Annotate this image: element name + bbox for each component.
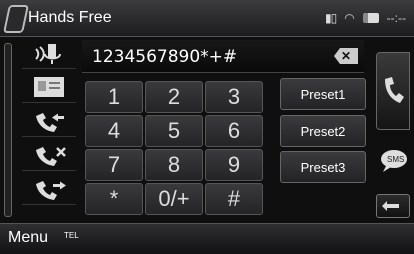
key-2[interactable]: 2 bbox=[145, 81, 203, 113]
page-title: Hands Free bbox=[28, 9, 112, 26]
back-button[interactable] bbox=[376, 194, 410, 218]
outgoing-calls-button[interactable] bbox=[22, 174, 76, 205]
incoming-call-icon bbox=[36, 113, 64, 132]
key-9[interactable]: 9 bbox=[205, 149, 263, 181]
key-hash[interactable]: # bbox=[205, 183, 263, 215]
voice-dial-icon bbox=[35, 44, 61, 64]
key-5[interactable]: 5 bbox=[145, 115, 203, 147]
call-button[interactable] bbox=[376, 52, 410, 130]
battery-icon bbox=[362, 13, 379, 23]
tel-label: TEL bbox=[64, 231, 79, 240]
key-8[interactable]: 8 bbox=[145, 149, 203, 181]
key-zero-plus[interactable]: 0/+ bbox=[145, 183, 203, 215]
sms-button[interactable]: SMS bbox=[378, 144, 410, 178]
phonebook-button[interactable] bbox=[22, 72, 76, 103]
number-display: 1234567890*+# ✕ bbox=[82, 40, 364, 73]
preset-3-button[interactable]: Preset3 bbox=[280, 151, 366, 183]
time-display: --:-- bbox=[386, 11, 406, 25]
key-4[interactable]: 4 bbox=[85, 115, 143, 147]
preset-2-button[interactable]: Preset2 bbox=[280, 115, 366, 147]
key-star[interactable]: * bbox=[85, 183, 143, 215]
status-area: ▮▯ ◠ --:-- bbox=[325, 11, 406, 25]
preset-1-button[interactable]: Preset1 bbox=[280, 78, 366, 110]
bluetooth-icon: ◠ bbox=[344, 11, 355, 25]
key-1[interactable]: 1 bbox=[85, 81, 143, 113]
key-6[interactable]: 6 bbox=[205, 115, 263, 147]
backspace-icon[interactable]: ✕ bbox=[334, 48, 358, 64]
dialed-number: 1234567890*+# bbox=[92, 47, 238, 67]
incoming-calls-button[interactable] bbox=[22, 106, 76, 137]
signal-icon: ▮▯ bbox=[324, 11, 337, 25]
back-icon bbox=[382, 201, 399, 211]
phone-app-icon bbox=[3, 5, 29, 33]
missed-calls-button[interactable] bbox=[22, 140, 76, 171]
svg-text:SMS: SMS bbox=[387, 155, 404, 164]
key-3[interactable]: 3 bbox=[205, 81, 263, 113]
menu-button[interactable]: Menu bbox=[8, 229, 48, 247]
call-icon bbox=[385, 77, 404, 103]
phonebook-icon bbox=[34, 77, 64, 97]
title-bar: Hands Free ▮▯ ◠ --:-- bbox=[0, 0, 414, 37]
dial-keypad: 1 2 3 4 5 6 7 8 9 * 0/+ # bbox=[84, 80, 264, 216]
key-7[interactable]: 7 bbox=[85, 149, 143, 181]
missed-call-icon bbox=[36, 147, 66, 166]
sidebar bbox=[4, 38, 76, 220]
voice-dial-button[interactable] bbox=[22, 38, 76, 69]
sms-icon: SMS bbox=[381, 150, 407, 172]
outgoing-call-icon bbox=[36, 181, 66, 200]
bottom-bar: Menu TEL bbox=[0, 223, 414, 254]
